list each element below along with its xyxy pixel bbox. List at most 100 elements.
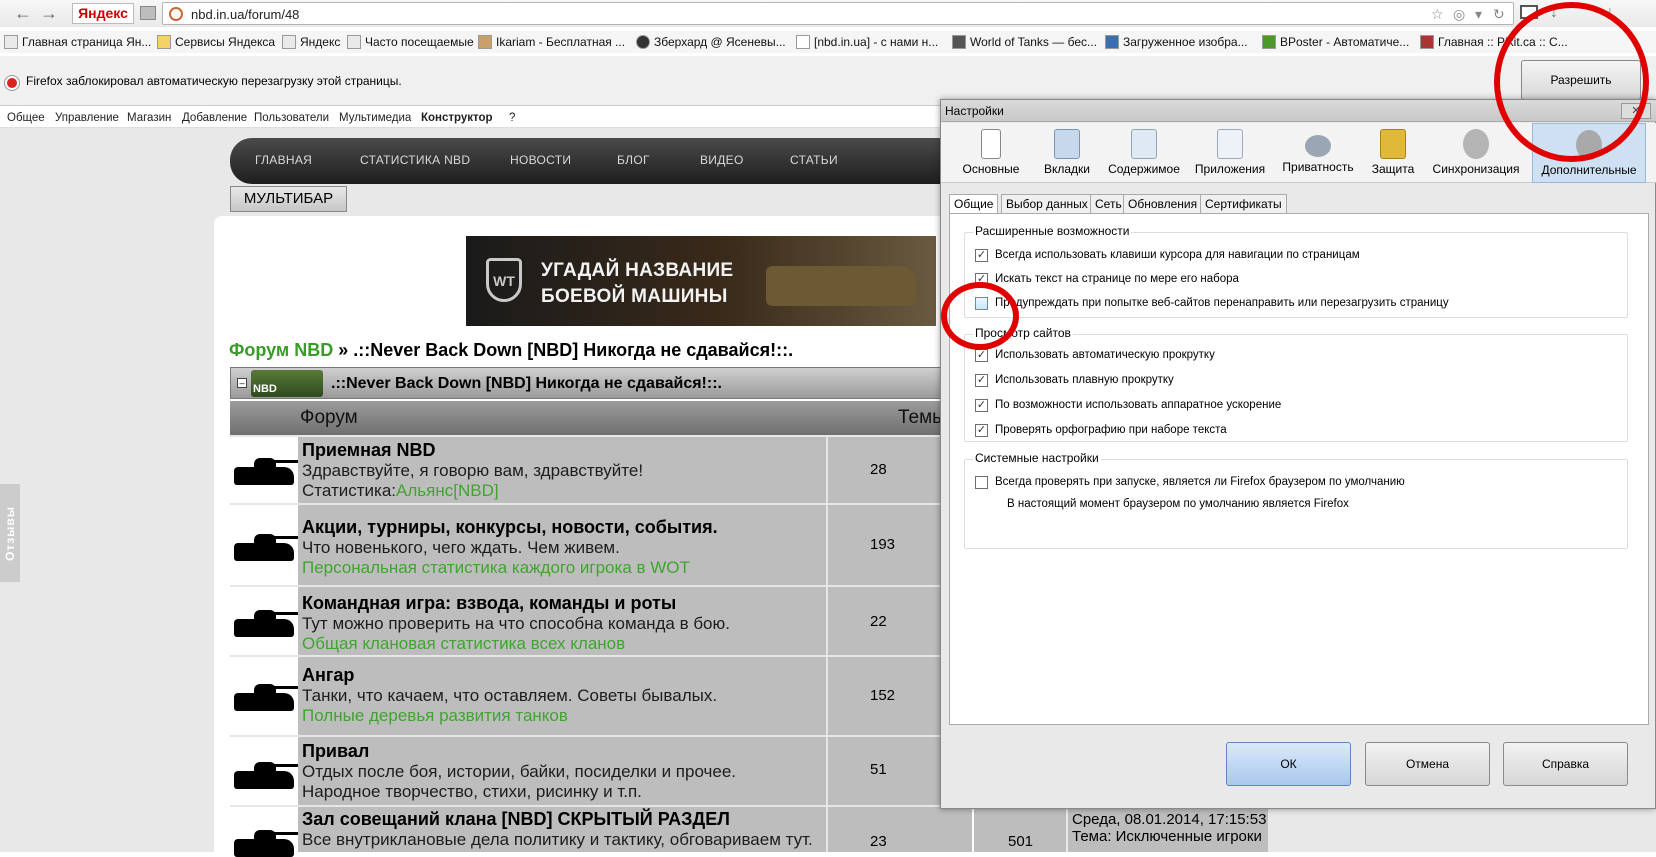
admin-menu-constructor[interactable]: Конструктор [421,112,493,124]
yandex-button[interactable]: Яндекс [72,3,134,24]
option-warn-redirect[interactable]: Предупреждать при попытке веб-сайтов пер… [975,297,1449,310]
section-header: – NBD .::Never Back Down [NBD] Никогда н… [230,367,972,399]
admin-menu-shop[interactable]: Магазин [127,112,171,124]
feedback-side-tab[interactable]: Отзывы [0,484,20,582]
admin-menu-add[interactable]: Добавление [182,112,247,124]
forum-icon-cell [230,587,298,655]
last-post-topic[interactable]: Тема: Исключенные игроки [1072,828,1268,845]
subtab-data-choices[interactable]: Выбор данных [1001,194,1093,214]
general-panel: Расширенные возможности ✓ Всегда использо… [949,213,1649,725]
bookmark-item[interactable]: Сервисы Яндекса [157,34,275,50]
bookmark-item[interactable]: Ikariam - Бесплатная ... [478,34,625,50]
reload-icon[interactable]: ↻ [1493,6,1505,23]
breadcrumb-forum-link[interactable]: Форум NBD [229,340,333,360]
menu-articles[interactable]: СТАТЬИ [790,153,838,167]
page-icon[interactable] [140,6,156,20]
forum-title[interactable]: Привал [302,741,824,762]
forum-title[interactable]: Командная игра: взвода, команды и роты [302,593,824,614]
collapse-toggle-icon[interactable]: – [237,378,247,388]
forum-extra-link[interactable]: Альянс[NBD] [396,481,499,500]
dialog-title: Настройки [945,104,1004,118]
bookmark-item[interactable]: Зберхард @ Ясеневы... [636,34,786,50]
tab-content[interactable]: Содержимое [1103,123,1185,183]
topics-count: 23 [826,807,972,852]
menu-news[interactable]: НОВОСТИ [510,153,571,167]
admin-menu-manage[interactable]: Управление [55,112,119,124]
ikariam-icon [478,35,492,49]
forum-title[interactable]: Зал совещаний клана [NBD] СКРЫТЫЙ РАЗДЕЛ [302,809,824,830]
subtab-general[interactable]: Общие [949,194,999,214]
option-find-as-you-type[interactable]: ✓ Искать текст на странице по мере его на… [975,273,1239,286]
admin-menu-users[interactable]: Пользователи [254,112,329,124]
bookmark-item[interactable]: Главная страница Ян... [4,34,151,50]
reader-glasses-icon[interactable]: ◎ [1453,6,1465,23]
tab-privacy[interactable]: Приватность [1277,123,1359,183]
group-system: Системные настройки Всегда проверять при… [964,451,1628,549]
forum-extra-link[interactable]: Персональная статистика каждого игрока в… [302,558,824,578]
last-post-date: Среда, 08.01.2014, 17:15:53 [1072,811,1267,828]
bookmark-item[interactable]: BPoster - Автоматиче... [1262,34,1409,50]
default-browser-note: В настоящий момент браузером по умолчани… [1007,498,1349,510]
menu-blog[interactable]: БЛОГ [617,153,650,167]
forum-title[interactable]: Ангар [302,665,824,686]
admin-menu-help[interactable]: ? [509,112,515,124]
site-identity-icon[interactable] [169,7,183,21]
subtab-certificates[interactable]: Сертификаты [1200,194,1287,214]
cancel-button[interactable]: Отмена [1365,742,1490,786]
option-caret-browsing[interactable]: ✓ Всегда использовать клавиши курсора для… [975,249,1360,262]
help-button[interactable]: Справка [1503,742,1628,786]
forward-button[interactable]: → [40,3,58,23]
wow-icon [636,35,650,49]
promo-banner[interactable]: WT УГАДАЙ НАЗВАНИЕ БОЕВОЙ МАШИНЫ [466,236,936,326]
menu-stats[interactable]: СТАТИСТИКА NBD [360,153,470,167]
multibar-button[interactable]: МУЛЬТИБАР [230,186,347,212]
forum-title[interactable]: Приемная NBD [302,440,824,461]
menu-home[interactable]: ГЛАВНАЯ [255,153,312,167]
dropdown-arrow-icon[interactable]: ▾ [1475,6,1482,23]
option-smooth-scroll[interactable]: ✓ Использовать плавную прокрутку [975,374,1174,387]
checkbox-checked[interactable]: ✓ [975,349,988,362]
tab-tabs[interactable]: Вкладки [1035,123,1099,183]
nbd-icon [796,35,810,49]
admin-menu-multimedia[interactable]: Мультимедиа [339,112,411,124]
subtab-network[interactable]: Сеть [1090,194,1127,214]
menu-video[interactable]: ВИДЕО [700,153,744,167]
forum-extra-link[interactable]: Полные деревья развития танков [302,706,824,726]
checkbox-checked[interactable]: ✓ [975,249,988,262]
checkbox-checked[interactable]: ✓ [975,399,988,412]
option-autoscroll[interactable]: ✓ Использовать автоматическую прокрутку [975,349,1215,362]
settings-dialog: Настройки ✕ Основные Вкладки Содержимое … [940,99,1656,809]
tank-icon [234,534,298,561]
checkbox-checked[interactable]: ✓ [975,374,988,387]
option-hw-acceleration[interactable]: ✓ По возможности использовать аппаратное … [975,399,1281,412]
checkbox-unchecked[interactable] [975,476,988,489]
forum-title[interactable]: Акции, турниры, конкурсы, новости, событ… [302,517,824,538]
tab-security[interactable]: Защита [1365,123,1421,183]
applications-settings-icon [1217,129,1243,159]
site-top-menu: ГЛАВНАЯ СТАТИСТИКА NBD НОВОСТИ БЛОГ ВИДЕ… [230,138,970,184]
admin-menu-general[interactable]: Общее [7,112,45,124]
tab-applications[interactable]: Приложения [1191,123,1269,183]
back-button[interactable]: ← [14,3,32,23]
checkbox-checked[interactable]: ✓ [975,424,988,437]
group-label: Системные настройки [973,451,1101,465]
tank-icon [234,762,298,789]
subtab-updates[interactable]: Обновления [1123,194,1203,214]
ok-button[interactable]: ОК [1226,742,1351,786]
bposter-icon [1262,35,1276,49]
tank-image [766,266,916,306]
bookmark-item[interactable]: Загруженное изобра... [1105,34,1248,50]
url-text[interactable]: nbd.in.ua/forum/48 [191,7,299,22]
forum-extra-link[interactable]: Общая клановая статистика всех кланов [302,634,824,654]
bookmark-item[interactable]: [nbd.in.ua] - с нами н... [796,34,938,50]
bookmark-star-icon[interactable]: ☆ [1431,6,1444,23]
bookmark-favicon-icon [282,35,296,49]
bookmark-item[interactable]: Часто посещаемые [347,34,474,50]
option-spellcheck[interactable]: ✓ Проверять орфографию при наборе текста [975,424,1227,437]
bookmark-item[interactable]: Яндекс [282,34,340,50]
bookmark-item[interactable]: World of Tanks — бес... [952,34,1097,50]
tab-general[interactable]: Основные [955,123,1027,183]
option-default-browser-check[interactable]: Всегда проверять при запуске, является л… [975,476,1405,489]
url-bar[interactable]: nbd.in.ua/forum/48 ☆ ◎ ▾ ↻ [162,2,1514,25]
bookmark-favicon-icon [347,35,361,49]
